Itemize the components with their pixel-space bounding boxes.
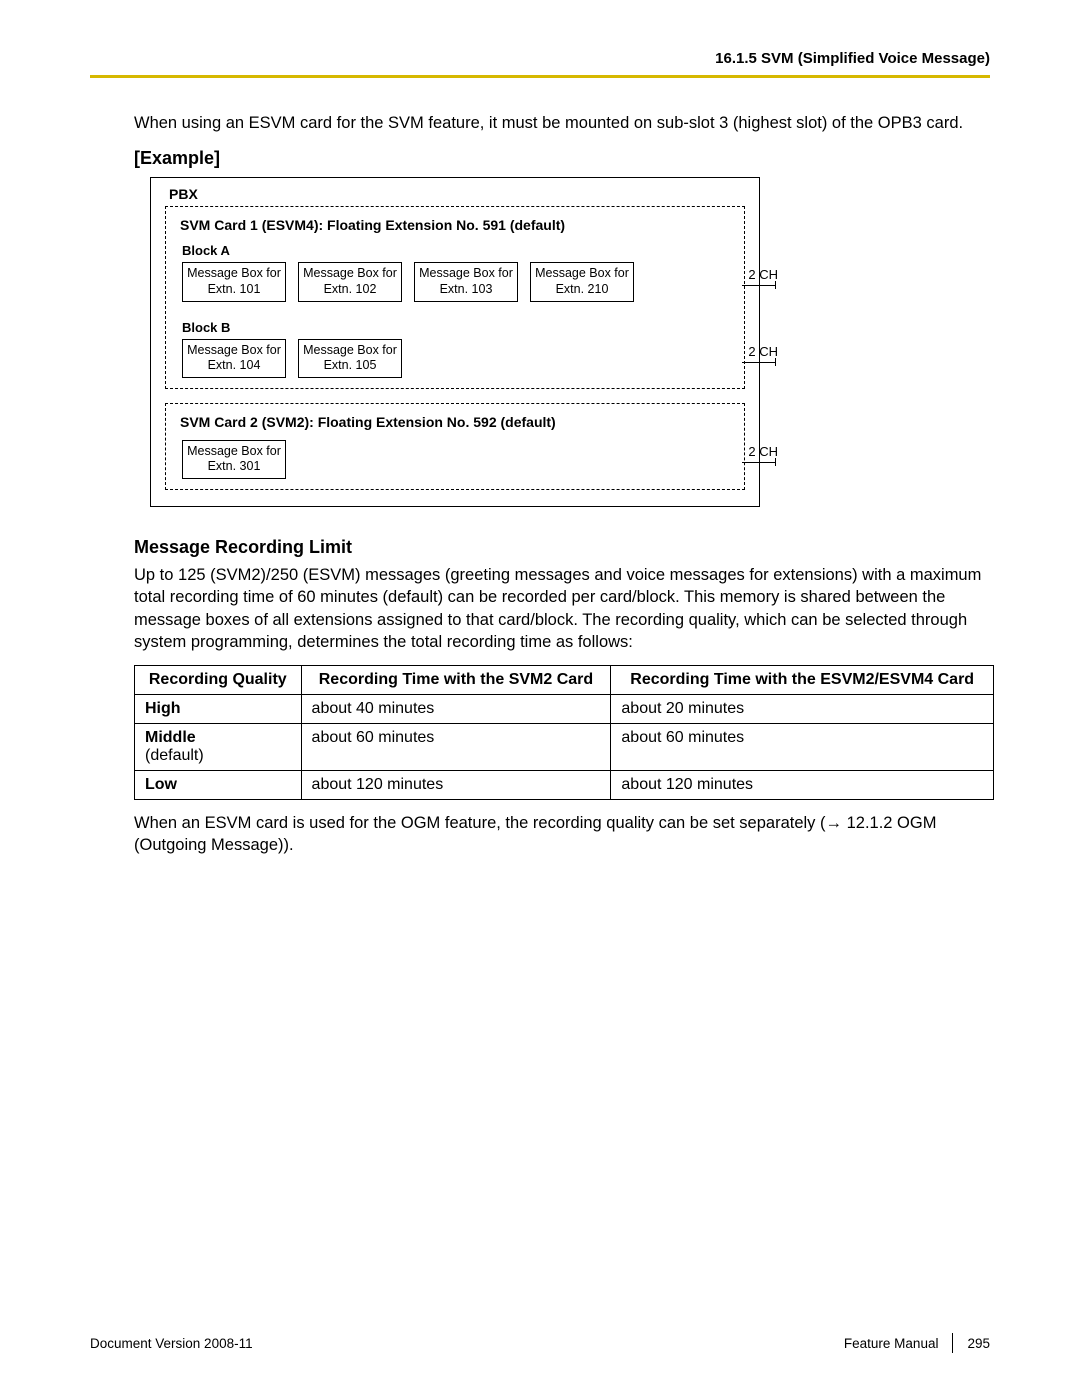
- mbox-l1: Message Box for: [183, 343, 285, 359]
- mbox-l2: Extn. 103: [415, 282, 517, 298]
- q-bold: High: [145, 700, 181, 717]
- footer-doc-version: Document Version 2008-11: [90, 1336, 253, 1351]
- cell-svm2: about 60 minutes: [301, 724, 611, 771]
- card2-row: Message Box for Extn. 301: [174, 440, 736, 479]
- footer-manual-name: Feature Manual: [844, 1336, 939, 1351]
- mbox-l2: Extn. 102: [299, 282, 401, 298]
- recording-table: Recording Quality Recording Time with th…: [134, 665, 994, 800]
- mbox-l2: Extn. 301: [183, 459, 285, 475]
- block-a-channels: 2 CH: [748, 267, 778, 282]
- svm-card-2: SVM Card 2 (SVM2): Floating Extension No…: [165, 403, 745, 490]
- cell-svm2: about 120 minutes: [301, 771, 611, 800]
- svm-card-1: SVM Card 1 (ESVM4): Floating Extension N…: [165, 206, 745, 389]
- mbox-l2: Extn. 101: [183, 282, 285, 298]
- table-row: Low about 120 minutes about 120 minutes: [135, 771, 994, 800]
- footer-divider: [952, 1333, 953, 1353]
- after-table-text: When an ESVM card is used for the OGM fe…: [134, 814, 826, 832]
- mbox-l1: Message Box for: [183, 444, 285, 460]
- pbx-label: PBX: [169, 186, 749, 202]
- q-note: (default): [145, 747, 204, 764]
- cell-quality: Middle(default): [135, 724, 302, 771]
- message-box: Message Box for Extn. 101: [182, 262, 286, 301]
- cell-quality: Low: [135, 771, 302, 800]
- ch-tick: [775, 458, 776, 466]
- header-section: 16.1.5 SVM (Simplified Voice Message): [90, 50, 990, 75]
- intro-paragraph: When using an ESVM card for the SVM feat…: [134, 112, 990, 134]
- block-a-row: Message Box for Extn. 101 Message Box fo…: [174, 262, 736, 301]
- message-box: Message Box for Extn. 105: [298, 339, 402, 378]
- svm-card-1-title: SVM Card 1 (ESVM4): Floating Extension N…: [180, 217, 736, 233]
- block-b-channels: 2 CH: [748, 344, 778, 359]
- cell-esvm: about 60 minutes: [611, 724, 994, 771]
- ch-tick: [775, 358, 776, 366]
- message-box: Message Box for Extn. 210: [530, 262, 634, 301]
- q-bold: Middle: [145, 729, 196, 746]
- block-a-label: Block A: [182, 243, 736, 258]
- header-rule: [90, 75, 990, 78]
- mrl-heading: Message Recording Limit: [134, 537, 990, 558]
- mbox-l1: Message Box for: [415, 266, 517, 282]
- card2-channels: 2 CH: [748, 444, 778, 459]
- card2-block: Message Box for Extn. 301 2 CH: [174, 440, 736, 479]
- message-box: Message Box for Extn. 301: [182, 440, 286, 479]
- block-a: Block A Message Box for Extn. 101 Messag…: [174, 243, 736, 301]
- mbox-l2: Extn. 104: [183, 358, 285, 374]
- mbox-l2: Extn. 105: [299, 358, 401, 374]
- th-quality: Recording Quality: [135, 666, 302, 695]
- mbox-l2: Extn. 210: [531, 282, 633, 298]
- cell-quality: High: [135, 695, 302, 724]
- message-box: Message Box for Extn. 104: [182, 339, 286, 378]
- mbox-l1: Message Box for: [299, 266, 401, 282]
- block-b-row: Message Box for Extn. 104 Message Box fo…: [174, 339, 736, 378]
- mbox-l1: Message Box for: [531, 266, 633, 282]
- cell-esvm: about 20 minutes: [611, 695, 994, 724]
- pbx-diagram: PBX SVM Card 1 (ESVM4): Floating Extensi…: [150, 177, 760, 507]
- mbox-l1: Message Box for: [183, 266, 285, 282]
- message-box: Message Box for Extn. 102: [298, 262, 402, 301]
- th-svm2: Recording Time with the SVM2 Card: [301, 666, 611, 695]
- svm-card-2-title: SVM Card 2 (SVM2): Floating Extension No…: [180, 414, 736, 430]
- ch-tick: [775, 281, 776, 289]
- q-bold: Low: [145, 776, 177, 793]
- example-heading: [Example]: [134, 148, 990, 169]
- footer-page-number: 295: [967, 1336, 990, 1351]
- mbox-l1: Message Box for: [299, 343, 401, 359]
- after-table-paragraph: When an ESVM card is used for the OGM fe…: [134, 812, 990, 857]
- message-box: Message Box for Extn. 103: [414, 262, 518, 301]
- cell-esvm: about 120 minutes: [611, 771, 994, 800]
- ch-text: 2 CH: [748, 267, 778, 282]
- block-b: Block B Message Box for Extn. 104 Messag…: [174, 320, 736, 378]
- table-row: High about 40 minutes about 20 minutes: [135, 695, 994, 724]
- th-esvm: Recording Time with the ESVM2/ESVM4 Card: [611, 666, 994, 695]
- mrl-paragraph: Up to 125 (SVM2)/250 (ESVM) messages (gr…: [134, 564, 990, 653]
- cell-svm2: about 40 minutes: [301, 695, 611, 724]
- block-b-label: Block B: [182, 320, 736, 335]
- page-footer: Document Version 2008-11 Feature Manual …: [90, 1333, 990, 1353]
- ch-text: 2 CH: [748, 444, 778, 459]
- ch-text: 2 CH: [748, 344, 778, 359]
- table-row: Middle(default) about 60 minutes about 6…: [135, 724, 994, 771]
